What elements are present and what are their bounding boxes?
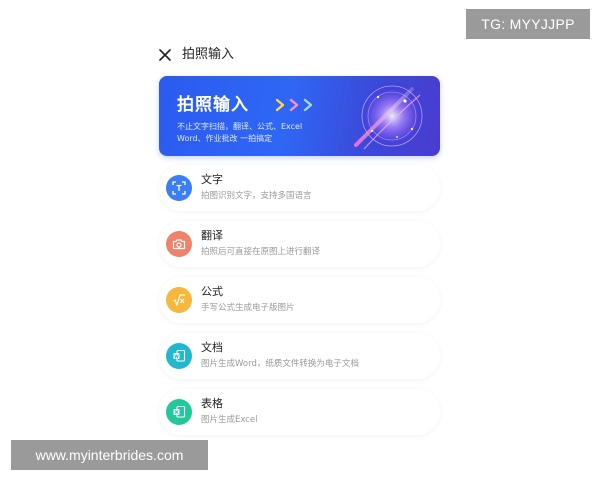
banner-subtitle-line1: 不止文字扫描，翻译、公式、Excel	[177, 122, 303, 131]
item-description: 图片生成Word，纸质文件转换为电子文档	[201, 359, 359, 369]
banner-title: 拍照输入	[177, 95, 249, 115]
item-description: 手写公式生成电子版图片	[201, 303, 295, 313]
list-item-document[interactable]: 文档 图片生成Word，纸质文件转换为电子文档	[159, 333, 440, 379]
close-icon	[159, 49, 171, 61]
camera-icon	[172, 239, 186, 250]
site-watermark: www.myinterbrides.com	[11, 440, 208, 470]
item-title: 文档	[201, 341, 223, 354]
text-scan-icon	[172, 181, 186, 195]
item-description: 拍照后可直接在原图上进行翻译	[201, 247, 321, 257]
item-title: 翻译	[201, 229, 223, 242]
excel-sheet-icon	[173, 405, 186, 418]
item-description: 拍图识别文字，支持多国语言	[201, 191, 312, 201]
arrows-icon	[275, 98, 313, 112]
item-icon-bg	[166, 399, 192, 425]
item-title: 公式	[201, 285, 223, 298]
item-icon-bg	[166, 287, 192, 313]
page-title: 拍照输入	[182, 47, 235, 62]
close-button[interactable]	[157, 47, 173, 63]
input-mode-list: 文字 拍图识别文字，支持多国语言 翻译 拍照后可直接在原图上进行翻译 公式 手写	[159, 165, 440, 445]
list-item-sheet[interactable]: 表格 图片生成Excel	[159, 389, 440, 435]
page: 拍照输入 拍照输入 不止文字扫描，翻译、公式、Excel Word、作业批改 一…	[0, 0, 600, 480]
promo-banner[interactable]: 拍照输入 不止文字扫描，翻译、公式、Excel Word、作业批改 一拍搞定	[159, 76, 440, 156]
item-title: 文字	[201, 173, 223, 186]
item-icon-bg	[166, 343, 192, 369]
item-icon-bg	[166, 175, 192, 201]
item-description: 图片生成Excel	[201, 415, 258, 425]
lens-illustration-icon	[354, 82, 426, 150]
formula-icon	[173, 294, 185, 306]
list-item-text[interactable]: 文字 拍图识别文字，支持多国语言	[159, 165, 440, 211]
list-item-formula[interactable]: 公式 手写公式生成电子版图片	[159, 277, 440, 323]
item-title: 表格	[201, 397, 223, 410]
word-doc-icon	[173, 349, 186, 362]
banner-subtitle-line2: Word、作业批改 一拍搞定	[177, 134, 273, 143]
list-item-translate[interactable]: 翻译 拍照后可直接在原图上进行翻译	[159, 221, 440, 267]
item-icon-bg	[166, 231, 192, 257]
tg-watermark: TG: MYYJJPP	[466, 9, 590, 39]
header-bar: 拍照输入	[157, 43, 457, 67]
